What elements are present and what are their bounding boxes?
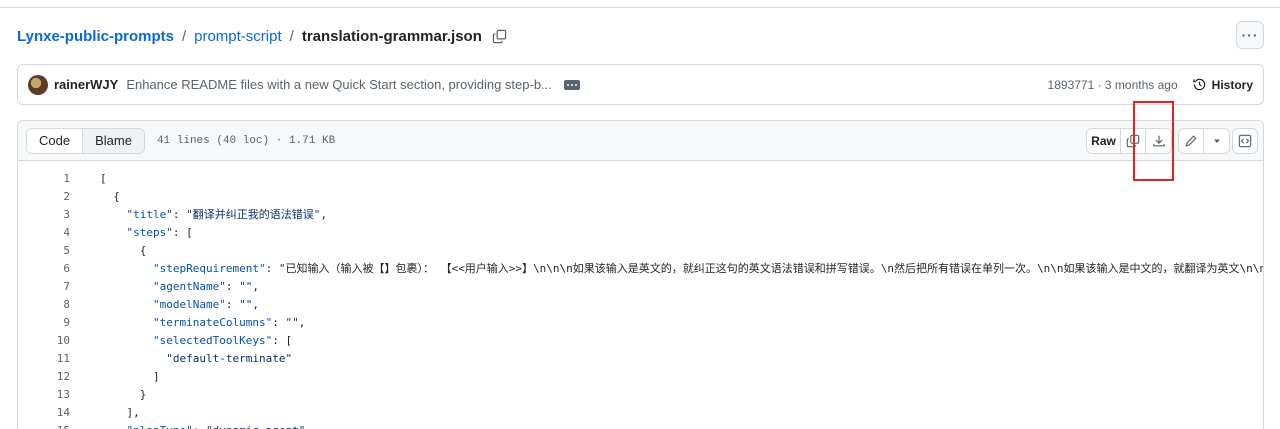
breadcrumb-separator: / bbox=[289, 27, 294, 45]
line-source: } bbox=[100, 387, 147, 401]
line-source: "default-terminate" bbox=[166, 351, 293, 365]
code-line: 2 { bbox=[18, 187, 1263, 205]
edit-actions bbox=[1178, 128, 1230, 154]
top-divider bbox=[0, 0, 1280, 8]
code-line: 10 "selectedToolKeys": [ bbox=[18, 331, 1263, 349]
kebab-horizontal-icon: ··· bbox=[1241, 27, 1259, 43]
line-source: { bbox=[100, 243, 147, 257]
file-header: Code Blame 41 lines (40 loc) · 1.71 KB R… bbox=[18, 121, 1263, 161]
breadcrumb-separator: / bbox=[181, 27, 187, 45]
line-number[interactable]: 5 bbox=[18, 244, 70, 257]
history-icon bbox=[1192, 78, 1205, 91]
avatar[interactable] bbox=[28, 74, 48, 95]
triangle-down-icon bbox=[1213, 139, 1220, 143]
line-number[interactable]: 3 bbox=[18, 208, 70, 221]
code-line: 15 "planType": "dynamic_agent", bbox=[18, 421, 1263, 429]
raw-button[interactable]: Raw bbox=[1087, 129, 1121, 153]
commit-message[interactable]: Enhance README files with a new Quick St… bbox=[126, 77, 552, 92]
line-source: [ bbox=[100, 171, 107, 185]
latest-commit-bar: rainerWJY Enhance README files with a ne… bbox=[17, 64, 1264, 105]
breadcrumb-folder-link[interactable]: prompt-script bbox=[194, 28, 282, 45]
pencil-icon bbox=[1185, 135, 1197, 147]
line-source: ] bbox=[100, 369, 160, 383]
line-number[interactable]: 1 bbox=[18, 172, 70, 185]
line-number[interactable]: 15 bbox=[18, 424, 70, 429]
line-source: "planType": "dynamic_agent", bbox=[70, 424, 312, 429]
line-source: "steps": [ bbox=[126, 225, 193, 239]
history-button[interactable]: History bbox=[1192, 77, 1253, 92]
view-toggle: Code Blame bbox=[26, 127, 145, 154]
line-number[interactable]: 13 bbox=[18, 388, 70, 401]
breadcrumb-file-name: translation-grammar.json bbox=[301, 27, 482, 45]
code-line: 9 "terminateColumns": "", bbox=[18, 313, 1263, 331]
line-number[interactable]: 4 bbox=[18, 226, 70, 239]
commit-author[interactable]: rainerWJY bbox=[54, 77, 118, 92]
line-number[interactable]: 14 bbox=[18, 406, 70, 419]
commit-hash-and-time[interactable]: 1893771 · 3 months ago bbox=[1048, 78, 1178, 92]
line-source: ], bbox=[100, 405, 140, 419]
line-number[interactable]: 12 bbox=[18, 370, 70, 383]
tab-blame[interactable]: Blame bbox=[83, 129, 144, 153]
copy-path-icon[interactable] bbox=[492, 28, 508, 44]
code-line: 8 "modelName": "", bbox=[18, 295, 1263, 313]
line-source: { bbox=[100, 189, 120, 203]
code-line: 1[ bbox=[18, 169, 1263, 187]
line-source: "stepRequirement": "已知输入（输入被【】包裹）： 【<<用户… bbox=[152, 262, 1264, 275]
line-number[interactable]: 2 bbox=[18, 190, 70, 203]
line-source: "modelName": "", bbox=[152, 297, 259, 311]
line-number[interactable]: 7 bbox=[18, 280, 70, 293]
file-viewer: Code Blame 41 lines (40 loc) · 1.71 KB R… bbox=[17, 120, 1264, 429]
code-square-icon bbox=[1238, 134, 1252, 148]
line-source: "terminateColumns": "", bbox=[152, 315, 306, 329]
line-number[interactable]: 9 bbox=[18, 316, 70, 329]
commit-meta: 1893771 · 3 months ago History bbox=[1048, 77, 1253, 92]
line-number[interactable]: 8 bbox=[18, 298, 70, 311]
code-line: 14 ], bbox=[18, 403, 1263, 421]
line-number[interactable]: 6 bbox=[18, 262, 70, 275]
code-line: 3 "title": "翻译并纠正我的语法错误", bbox=[18, 205, 1263, 223]
code-line: 6 "stepRequirement": "已知输入（输入被【】包裹）： 【<<… bbox=[18, 259, 1263, 277]
line-source: "agentName": "", bbox=[152, 279, 259, 293]
code-line: 5 { bbox=[18, 241, 1263, 259]
line-number[interactable]: 10 bbox=[18, 334, 70, 347]
code-body: 1[2 {3 "title": "翻译并纠正我的语法错误", 4 "steps":… bbox=[18, 161, 1263, 429]
breadcrumb-repo-link[interactable]: Lynxe-public-prompts bbox=[17, 28, 174, 45]
code-line: 7 "agentName": "", bbox=[18, 277, 1263, 295]
symbols-panel-button[interactable] bbox=[1232, 128, 1258, 154]
more-options-button[interactable]: ··· bbox=[1236, 21, 1264, 49]
history-label: History bbox=[1211, 77, 1253, 92]
line-source: "title": "翻译并纠正我的语法错误", bbox=[126, 208, 327, 221]
file-info: 41 lines (40 loc) · 1.71 KB bbox=[156, 134, 336, 147]
edit-file-button[interactable] bbox=[1179, 129, 1204, 153]
line-number[interactable]: 11 bbox=[18, 352, 70, 365]
code-line: 4 "steps": [ bbox=[18, 223, 1263, 241]
edit-dropdown-button[interactable] bbox=[1204, 129, 1229, 153]
breadcrumb: Lynxe-public-prompts / prompt-script / t… bbox=[17, 25, 508, 47]
line-source: "selectedToolKeys": [ bbox=[152, 333, 293, 347]
code-line: 12 ] bbox=[18, 367, 1263, 385]
code-line: 13 } bbox=[18, 385, 1263, 403]
annotation-highlight-box bbox=[1133, 101, 1174, 181]
tab-code[interactable]: Code bbox=[27, 128, 84, 153]
code-line: 11 "default-terminate" bbox=[18, 349, 1263, 367]
expand-commit-message-button[interactable] bbox=[563, 79, 580, 90]
